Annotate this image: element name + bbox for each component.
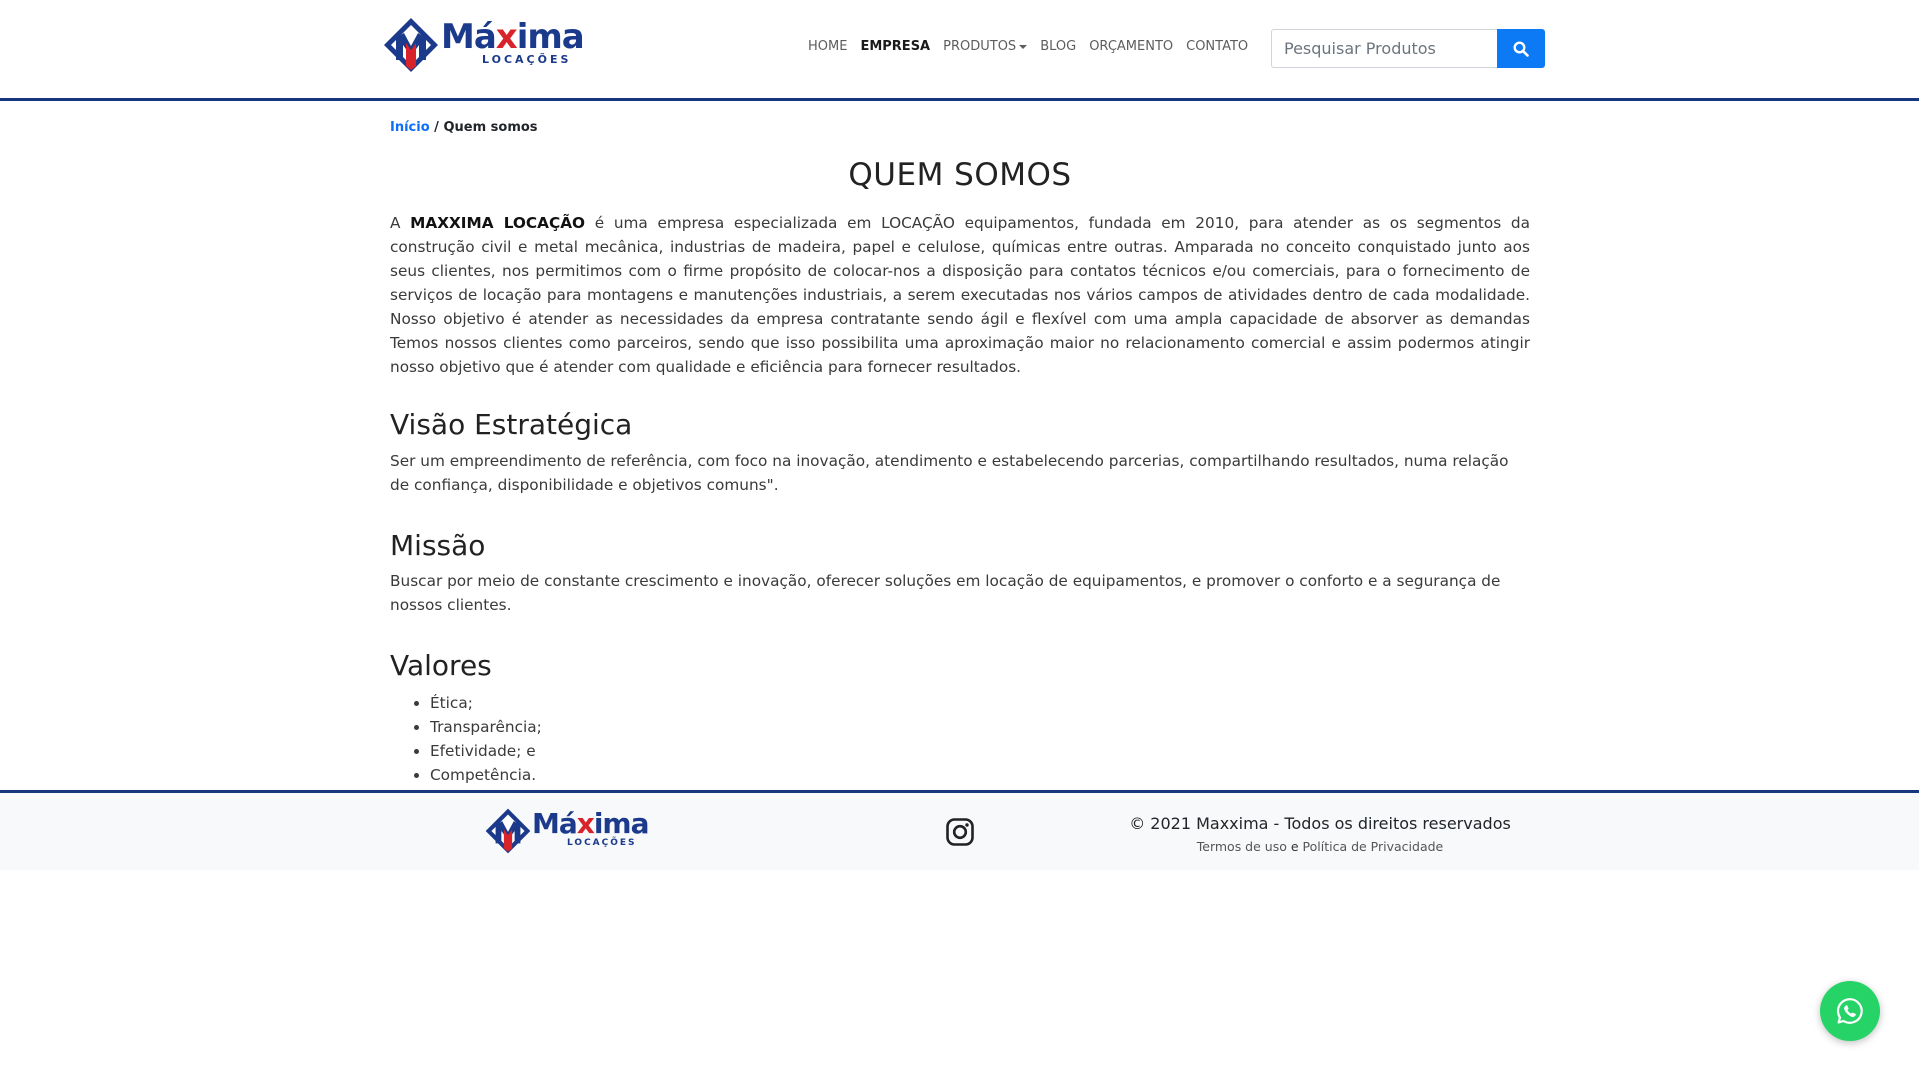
mission-heading: Missão [390,528,486,562]
search-form [1271,29,1545,68]
header-logo[interactable]: Máxima LOCAÇÕES [382,16,585,74]
breadcrumb-separator: / [429,120,444,135]
intro-paragraph: A MAXXIMA LOCAÇÃO é uma empresa especial… [390,211,1530,379]
values-heading: Valores [390,649,492,683]
page-title: QUEM SOMOS [848,157,1072,193]
instagram-link[interactable] [945,817,975,847]
nav-produtos-dropdown[interactable]: PRODUTOS [943,37,1028,57]
values-item-transparencia: Transparência; [430,715,1530,739]
breadcrumb: Início / Quem somos [390,118,1530,138]
values-item-competencia: Competência. [430,763,1530,787]
whatsapp-icon [1836,998,1863,1024]
whatsapp-button[interactable] [1820,981,1880,1041]
main-nav: HOME EMPRESA PRODUTOS BLOG ORÇAMENTO CON… [808,37,1248,57]
legal-conjunction: e [1286,839,1303,854]
nav-home[interactable]: HOME [808,37,847,57]
logo-brand-x: x [495,17,518,57]
footer-logo-subtitle: LOCAÇÕES [567,838,637,848]
search-icon [1513,40,1529,57]
site-header: Máxima LOCAÇÕES HOME EMPRESA PRODUTOS BL… [0,0,1919,101]
breadcrumb-home-link[interactable]: Início [390,120,430,135]
company-name: MAXXIMA LOCAÇÃO [410,214,586,233]
logo-brand: Máxima [441,17,585,57]
nav-empresa[interactable]: EMPRESA [860,37,930,57]
intro-text: é uma empresa especializada em LOCAÇÃO e… [390,214,1530,377]
intro-prefix: A [390,214,411,233]
search-input[interactable] [1271,29,1497,68]
logo-emblem-icon [384,18,438,72]
logo-emblem-icon [485,808,531,854]
nav-orcamento[interactable]: ORÇAMENTO [1089,37,1173,57]
nav-produtos-label: PRODUTOS [943,39,1017,54]
search-button[interactable] [1497,29,1545,68]
terms-link[interactable]: Termos de uso [1197,839,1287,854]
caret-down-icon [1019,44,1028,49]
values-item-efetividade: Efetividade; e [430,739,1530,763]
copyright-text: © 2021 Maxxima - Todos os direitos reser… [1129,814,1511,833]
values-item-etica: Ética; [430,691,1530,715]
logo-subtitle: LOCAÇÕES [482,53,572,66]
logo-brand-x: x [576,807,595,840]
nav-blog[interactable]: BLOG [1040,37,1076,57]
footer-logo-brand: Máxima [532,807,649,840]
values-list: Ética; Transparência; Efetividade; e Com… [390,691,1530,787]
vision-heading: Visão Estratégica [390,408,633,442]
mission-text: Buscar por meio de constante crescimento… [390,572,1501,615]
breadcrumb-current: Quem somos [443,120,538,135]
footer-logo[interactable]: Máxima LOCAÇÕES [484,807,649,855]
privacy-link[interactable]: Política de Privacidade [1303,839,1444,854]
nav-contato[interactable]: CONTATO [1186,37,1248,57]
vision-text: Ser um empreendimento de referência, com… [390,451,1509,494]
main-content: Início / Quem somos QUEM SOMOS A MAXXIMA… [390,118,1530,787]
legal-links: Termos de uso e Política de Privacidade [1080,837,1560,857]
instagram-icon [946,818,974,846]
